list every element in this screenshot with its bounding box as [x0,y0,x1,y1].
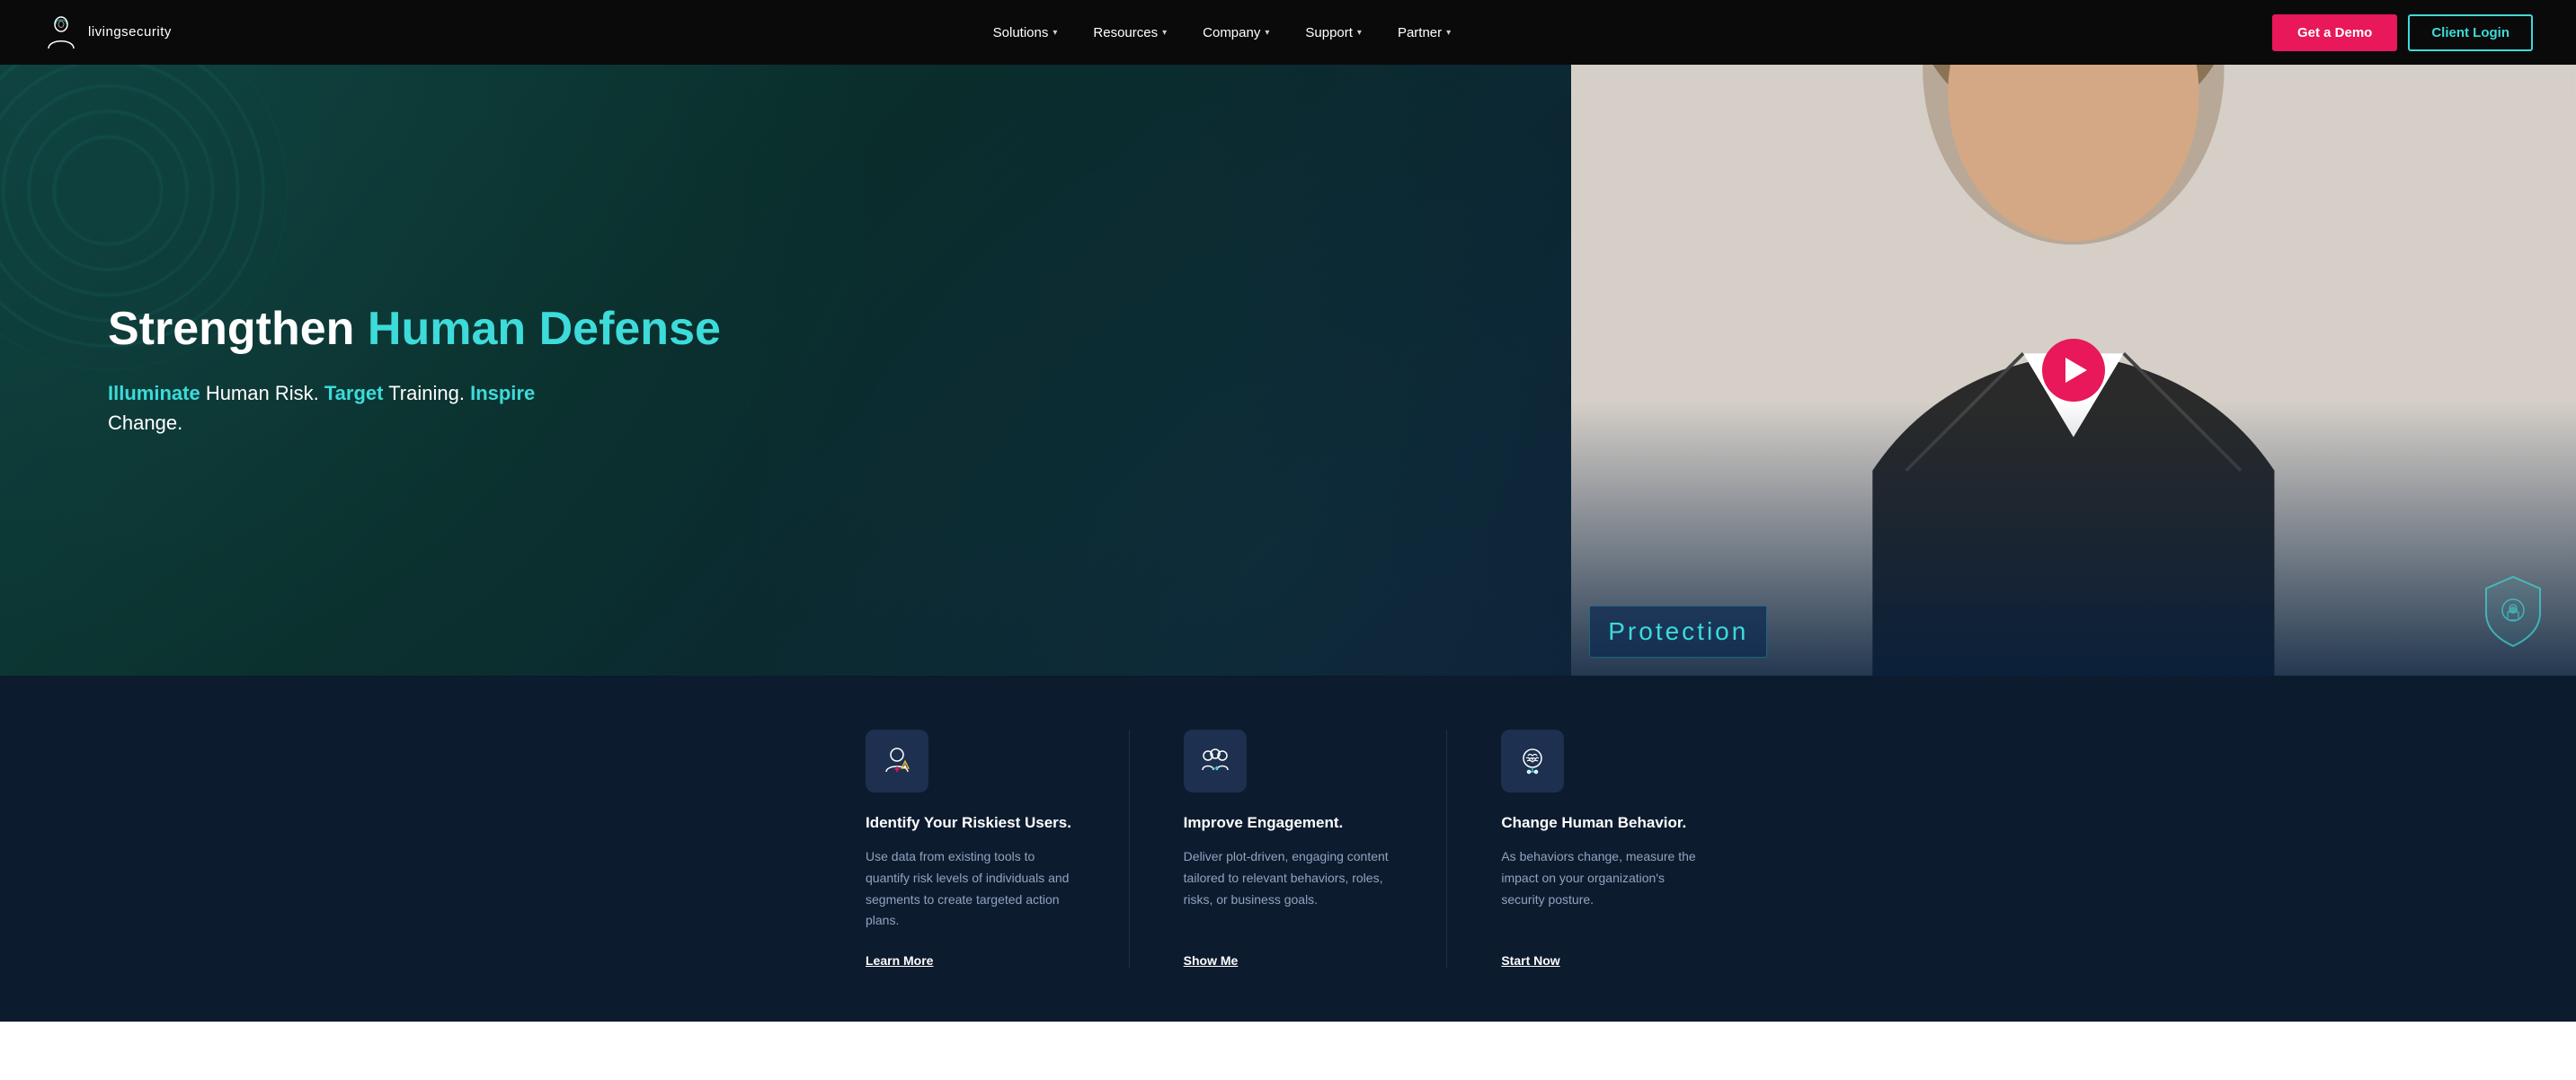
nav-links: Solutions ▾ Resources ▾ Company ▾ Suppor… [975,25,1470,40]
nav-link-company[interactable]: Company ▾ [1203,25,1269,40]
get-demo-button[interactable]: Get a Demo [2272,14,2397,51]
chevron-down-icon: ▾ [1162,28,1167,38]
hero-section: Strengthen Human Defense Illuminate Huma… [0,65,2576,676]
team-engagement-icon [1199,745,1231,777]
hero-subtext-inspire: Inspire [470,382,535,404]
play-button[interactable] [2042,339,2105,402]
navbar: livingsecurity Solutions ▾ Resources ▾ C… [0,0,2576,65]
nav-item-solutions[interactable]: Solutions ▾ [975,25,1076,40]
nav-link-resources[interactable]: Resources ▾ [1093,25,1167,40]
hero-subtext-change: Change. [108,412,182,434]
hero-subtext-human-risk: Human Risk. [206,382,324,404]
hero-subtext-target: Target [324,382,384,404]
hero-right-panel: Protection [1571,65,2576,676]
feature-title-identify: Identify Your Riskiest Users. [866,814,1075,832]
feature-icon-identify [866,730,928,792]
shield-icon [2477,572,2549,653]
hero-left-panel: Strengthen Human Defense Illuminate Huma… [0,65,1571,676]
nav-link-partner[interactable]: Partner ▾ [1398,25,1451,40]
brain-shield-icon [1516,745,1549,777]
feature-divider-1 [1129,730,1130,968]
logo[interactable]: livingsecurity [43,14,172,50]
nav-link-solutions[interactable]: Solutions ▾ [993,25,1058,40]
feature-title-behavior: Change Human Behavior. [1501,814,1710,832]
features-grid: Identify Your Riskiest Users. Use data f… [794,730,1782,968]
nav-link-support[interactable]: Support ▾ [1305,25,1362,40]
hero-headline: Strengthen Human Defense [108,303,1499,357]
logo-icon [43,14,79,50]
hero-subtext: Illuminate Human Risk. Target Training. … [108,378,1499,438]
feature-desc-identify: Use data from existing tools to quantify… [866,846,1075,932]
nav-ctas: Get a Demo Client Login [2272,14,2533,51]
user-risk-icon [881,745,913,777]
hero-subtext-illuminate: Illuminate [108,382,200,404]
feature-item-behavior: Change Human Behavior. As behaviors chan… [1501,730,1710,968]
feature-item-engage: Improve Engagement. Deliver plot-driven,… [1184,730,1393,968]
nav-item-resources[interactable]: Resources ▾ [1075,25,1185,40]
feature-link-behavior[interactable]: Start Now [1501,953,1710,968]
feature-item-identify: Identify Your Riskiest Users. Use data f… [866,730,1075,968]
chevron-down-icon: ▾ [1053,28,1057,38]
feature-icon-engage [1184,730,1247,792]
feature-title-engage: Improve Engagement. [1184,814,1393,832]
feature-link-identify[interactable]: Learn More [866,953,1075,968]
hero-subtext-training: Training. [388,382,470,404]
chevron-down-icon: ▾ [1446,28,1451,38]
client-login-button[interactable]: Client Login [2408,14,2533,51]
feature-icon-behavior [1501,730,1564,792]
logo-text: livingsecurity [88,24,172,40]
feature-desc-behavior: As behaviors change, measure the impact … [1501,846,1710,932]
hero-video-thumbnail: Protection [1571,65,2576,676]
video-overlay: Protection [1571,401,2576,676]
nav-item-support[interactable]: Support ▾ [1287,25,1380,40]
chevron-down-icon: ▾ [1357,28,1362,38]
features-section: Identify Your Riskiest Users. Use data f… [0,676,2576,1022]
feature-divider-2 [1446,730,1447,968]
feature-link-engage[interactable]: Show Me [1184,953,1393,968]
nav-item-partner[interactable]: Partner ▾ [1380,25,1469,40]
feature-desc-engage: Deliver plot-driven, engaging content ta… [1184,846,1393,932]
hero-bg-pattern [0,65,1571,676]
protection-label: Protection [1608,617,1748,645]
chevron-down-icon: ▾ [1265,28,1269,38]
nav-item-company[interactable]: Company ▾ [1185,25,1287,40]
